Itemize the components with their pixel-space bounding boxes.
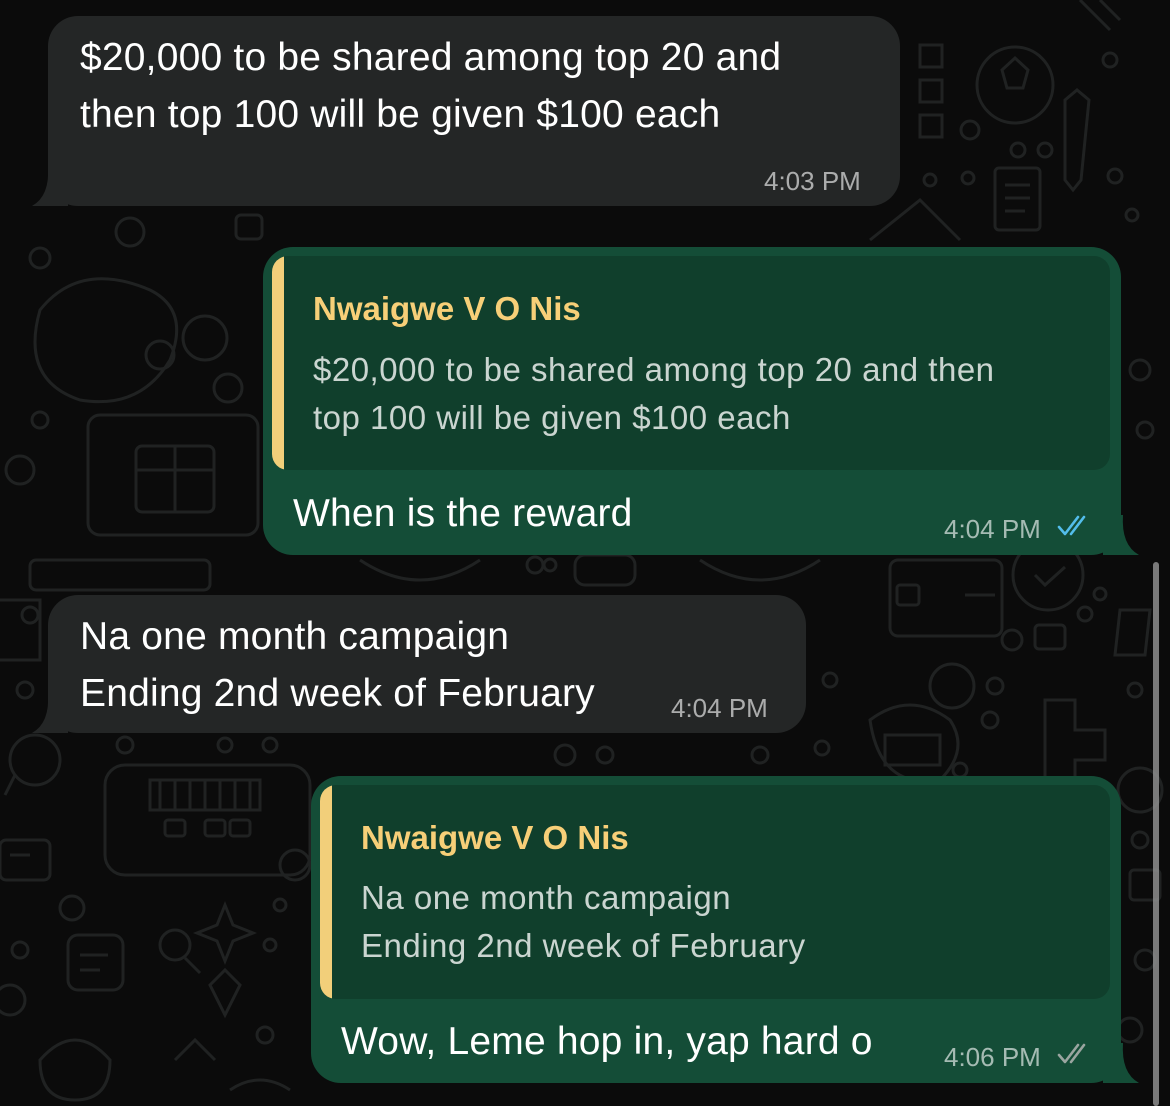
quote-accent-bar [320, 785, 332, 999]
message-text: When is the reward [293, 492, 633, 535]
incoming-bubble-tail [32, 693, 68, 733]
message-timestamp: 4:03 PM [764, 166, 861, 196]
quote-author: Nwaigwe V O Nis [361, 819, 629, 856]
message-text: $20,000 to be shared among top 20 and [80, 36, 782, 79]
message-text: Na one month campaign [80, 615, 510, 658]
message-text: Ending 2nd week of February [80, 672, 595, 715]
quote-text: top 100 will be given $100 each [313, 399, 791, 436]
outgoing-bubble-tail [1103, 1043, 1139, 1083]
quote-text: $20,000 to be shared among top 20 and th… [313, 351, 995, 388]
reply-quote[interactable]: Nwaigwe V O Nis $20,000 to be shared amo… [272, 256, 1110, 470]
incoming-bubble-tail [32, 166, 68, 206]
message-timestamp: 4:04 PM [944, 514, 1041, 544]
message-text: Wow, Leme hop in, yap hard o [341, 1020, 873, 1063]
quote-accent-bar [272, 256, 284, 470]
message-timestamp: 4:06 PM [944, 1042, 1041, 1072]
read-ticks-icon [1057, 515, 1086, 536]
reply-quote[interactable]: Nwaigwe V O Nis Na one month campaign En… [320, 785, 1110, 999]
quote-author: Nwaigwe V O Nis [313, 290, 581, 327]
message-text: then top 100 will be given $100 each [80, 93, 721, 136]
quote-text: Na one month campaign [361, 879, 732, 916]
quote-text: Ending 2nd week of February [361, 927, 806, 964]
message-timestamp: 4:04 PM [671, 693, 768, 723]
scrollbar[interactable] [1153, 562, 1159, 1106]
delivered-ticks-icon [1057, 1043, 1086, 1064]
outgoing-bubble-tail [1103, 515, 1139, 555]
